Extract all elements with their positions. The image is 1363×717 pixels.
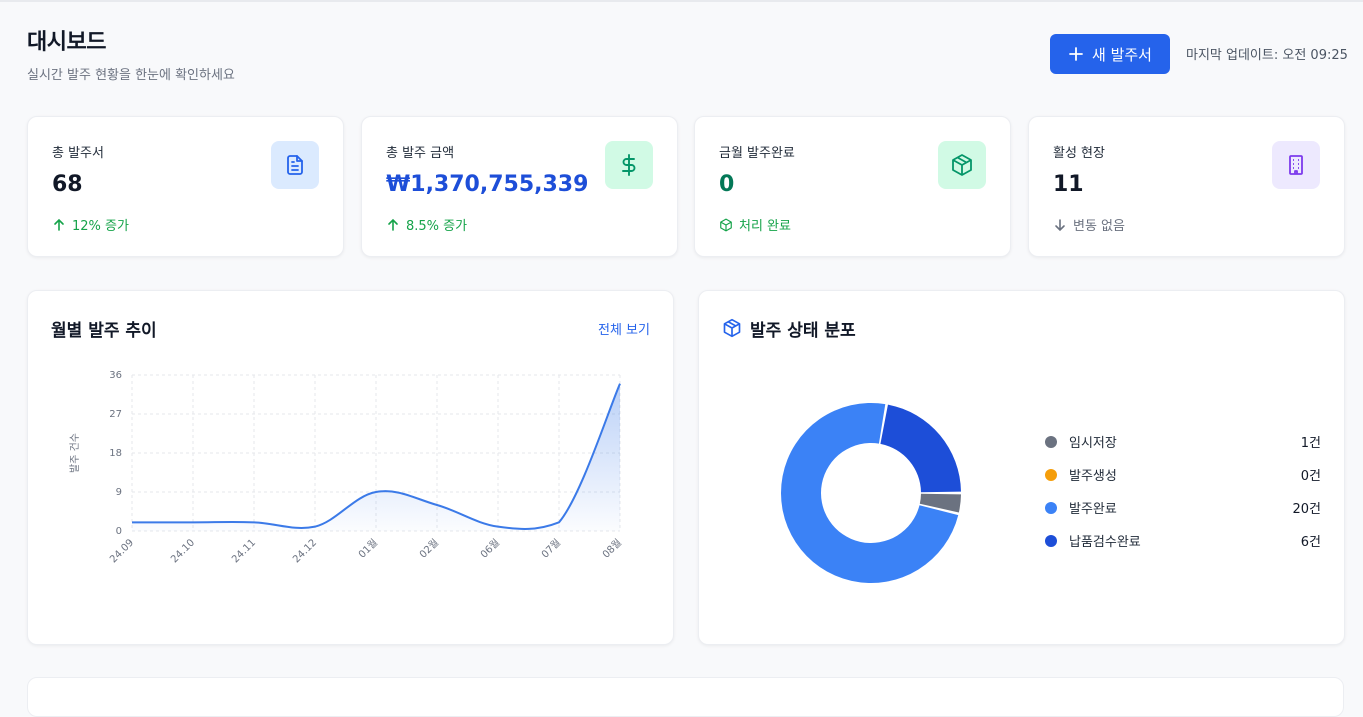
legend-item-draft: 임시저장 1건 — [1045, 425, 1321, 458]
bottom-panel — [27, 677, 1344, 717]
package-icon — [720, 218, 732, 231]
legend-item-completed: 발주완료 20건 — [1045, 491, 1321, 524]
top-divider — [0, 0, 1363, 2]
stat-trend-label: 변동 없음 — [1073, 219, 1125, 234]
y-tick-label: 9 — [116, 487, 122, 498]
x-tick-label: 02월 — [417, 537, 441, 561]
x-tick-label: 01월 — [356, 537, 380, 561]
legend-item-created: 발주생성 0건 — [1045, 458, 1321, 491]
y-tick-label: 27 — [109, 409, 122, 420]
legend-dot — [1045, 534, 1057, 547]
stat-trend-label: 8.5% 증가 — [406, 219, 468, 234]
plus-icon — [1069, 47, 1083, 61]
page-subtitle: 실시간 발주 현황을 한눈에 확인하세요 — [27, 68, 235, 83]
stat-label: 총 발주 금액 — [386, 146, 455, 161]
legend-dot — [1045, 468, 1057, 481]
stat-trend: 변동 없음 — [1053, 215, 1125, 234]
stat-card-total-orders: 총 발주서 68 12% 증가 — [27, 116, 344, 257]
legend-label: 발주완료 — [1069, 502, 1117, 517]
arrow-up-icon — [388, 218, 398, 231]
y-tick-label: 36 — [109, 370, 122, 381]
status-donut-chart — [781, 403, 961, 583]
view-all-link[interactable]: 전체 보기 — [598, 319, 650, 338]
new-order-button-label: 새 발주서 — [1092, 45, 1152, 64]
y-tick-label: 18 — [109, 448, 122, 459]
legend-label: 발주생성 — [1069, 469, 1117, 484]
stat-card-total-amount: 총 발주 금액 ₩1,370,755,339 8.5% 증가 — [361, 116, 678, 257]
document-icon — [271, 141, 319, 189]
page-title: 대시보드 — [27, 30, 106, 55]
building-icon — [1272, 141, 1320, 189]
arrow-down-icon — [1055, 218, 1065, 231]
stat-value: 68 — [52, 172, 83, 197]
status-chart-title: 발주 상태 분포 — [750, 321, 856, 341]
new-order-button[interactable]: 새 발주서 — [1050, 34, 1170, 74]
stat-trend: 처리 완료 — [719, 215, 791, 234]
stat-trend: 12% 증가 — [52, 215, 129, 234]
stat-trend-label: 12% 증가 — [72, 219, 129, 234]
stat-card-monthly-complete: 금월 발주완료 0 처리 완료 — [694, 116, 1011, 257]
legend-count: 0건 — [1300, 469, 1321, 484]
legend-count: 6건 — [1300, 535, 1321, 550]
x-tick-label: 24.10 — [169, 537, 197, 565]
package-icon — [723, 318, 741, 338]
x-tick-label: 08월 — [600, 537, 624, 561]
legend-count: 20건 — [1292, 502, 1321, 517]
package-icon — [938, 141, 986, 189]
legend-label: 임시저장 — [1069, 436, 1117, 451]
stat-label: 금월 발주완료 — [719, 146, 795, 161]
monthly-line-chart: 0 9 18 27 36 24.09 24.10 24.11 24.12 01월 02월 06월 07월… — [69, 370, 624, 565]
status-legend: 임시저장 1건 발주생성 0건 발주완료 20건 납품검수완료 6건 — [1045, 425, 1321, 557]
donut-slice — [880, 404, 961, 493]
x-tick-label: 24.09 — [108, 537, 136, 565]
stat-value: 0 — [719, 172, 735, 197]
stat-value: ₩1,370,755,339 — [386, 172, 589, 197]
x-tick-label: 24.12 — [291, 537, 319, 565]
dollar-icon — [605, 141, 653, 189]
y-tick-label: 0 — [116, 526, 122, 537]
x-tick-label: 06월 — [478, 537, 502, 561]
legend-count: 1건 — [1300, 436, 1321, 451]
stat-label: 총 발주서 — [52, 146, 104, 161]
legend-item-inspected: 납품검수완료 6건 — [1045, 524, 1321, 557]
legend-dot — [1045, 435, 1057, 448]
x-tick-label: 24.11 — [230, 537, 258, 565]
stat-trend-label: 처리 완료 — [739, 219, 791, 234]
stat-trend: 8.5% 증가 — [386, 215, 467, 234]
legend-label: 납품검수완료 — [1069, 535, 1141, 550]
legend-dot — [1045, 501, 1057, 514]
arrow-up-icon — [54, 218, 64, 231]
stat-value: 11 — [1053, 172, 1084, 197]
stat-card-active-sites: 활성 현장 11 변동 없음 — [1028, 116, 1345, 257]
stat-label: 활성 현장 — [1053, 146, 1105, 161]
monthly-chart-title: 월별 발주 추이 — [51, 321, 157, 341]
y-axis-label: 발주 건수 — [69, 433, 81, 473]
x-tick-label: 07월 — [539, 537, 563, 561]
last-update-text: 마지막 업데이트: 오전 09:25 — [1186, 48, 1348, 63]
